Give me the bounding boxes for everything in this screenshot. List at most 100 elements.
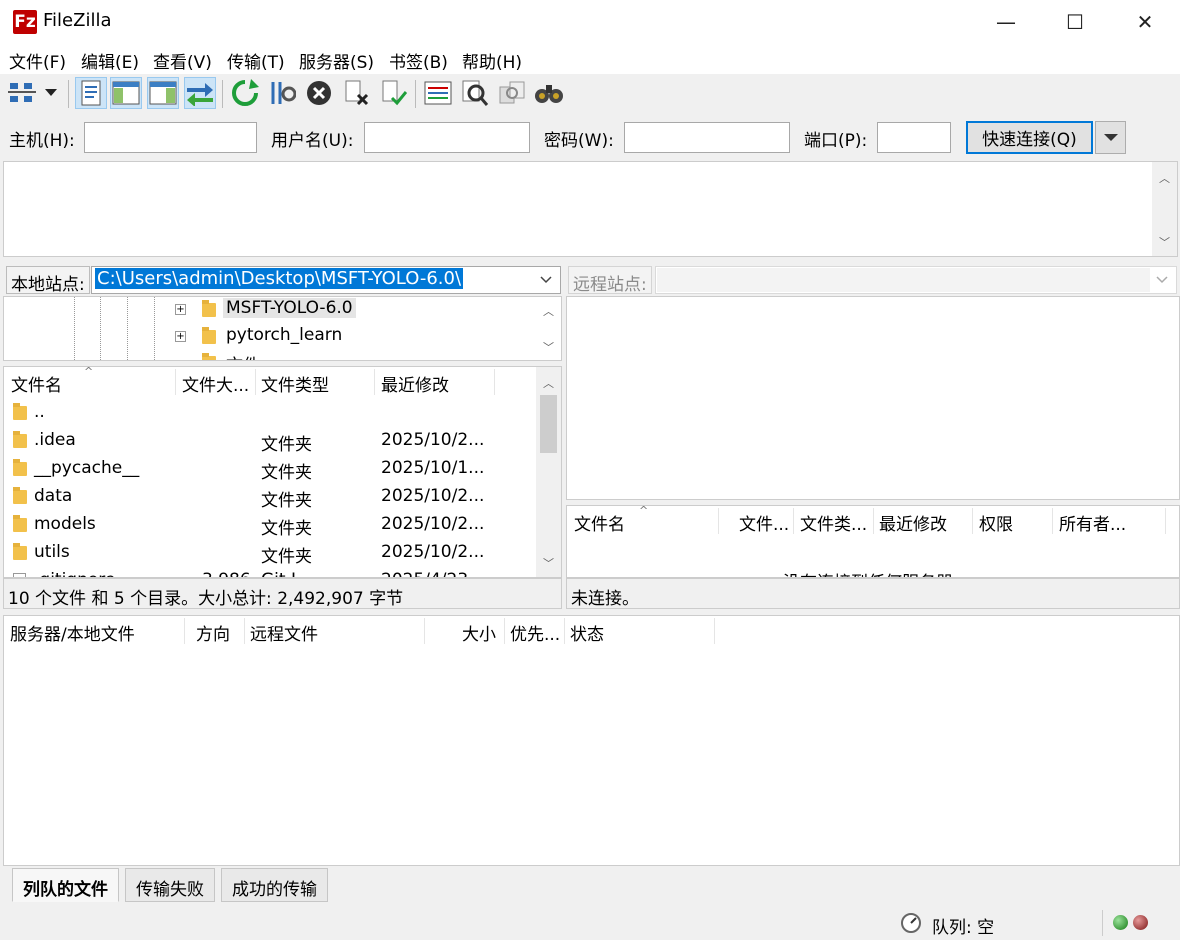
local-list-header: 文件名 ^ 文件大... 文件类型 最近修改 <box>4 367 534 397</box>
file-row[interactable]: .idea 文件夹 2025/10/2... <box>4 427 534 455</box>
remote-status: 未连接。 <box>566 578 1180 609</box>
quickconnect-button[interactable]: 快速连接(Q) <box>966 121 1093 154</box>
menu-edit[interactable]: 编辑(E) <box>81 48 139 73</box>
scroll-up-icon[interactable]: ︿ <box>536 303 561 319</box>
password-label: 密码(W): <box>544 131 614 151</box>
tree-item[interactable]: + MSFT-YOLO-6.0 <box>4 297 534 324</box>
column-header-modified[interactable]: 最近修改 <box>381 371 449 396</box>
scroll-down-icon[interactable]: ﹀ <box>536 555 561 571</box>
message-log[interactable]: ︿ ﹀ <box>3 161 1178 257</box>
search-icon[interactable] <box>533 77 565 109</box>
menu-bookmarks[interactable]: 书签(B) <box>389 48 448 73</box>
toolbar <box>0 74 1180 114</box>
column-header-priority[interactable]: 优先... <box>510 620 562 645</box>
quickconnect-dropdown-button[interactable] <box>1095 121 1126 154</box>
scroll-up-icon[interactable]: ︿ <box>536 375 561 391</box>
column-header-modified[interactable]: 最近修改 <box>879 510 947 535</box>
column-header-server-local-file[interactable]: 服务器/本地文件 <box>10 620 135 645</box>
file-row[interactable]: data 文件夹 2025/10/2... <box>4 483 534 511</box>
close-button[interactable]: ✕ <box>1115 0 1175 44</box>
remote-file-list[interactable]: 文件名 ^ 文件... 文件类... 最近修改 权限 所有者... 没有连接到任… <box>566 505 1180 578</box>
column-header-filetype[interactable]: 文件类... <box>800 510 870 535</box>
maximize-button[interactable]: ☐ <box>1045 0 1105 44</box>
folder-icon <box>13 459 27 476</box>
message-log-scrollbar[interactable]: ︿ ﹀ <box>1152 162 1177 256</box>
menu-view[interactable]: 查看(V) <box>153 48 212 73</box>
sync-browse-icon[interactable] <box>496 77 528 109</box>
tab-queued-files[interactable]: 列队的文件 <box>12 868 119 902</box>
port-input[interactable] <box>877 122 951 153</box>
menu-help[interactable]: 帮助(H) <box>462 48 522 73</box>
tree-item[interactable]: + pytorch_learn <box>4 324 534 351</box>
user-input[interactable] <box>364 122 530 153</box>
folder-icon <box>13 543 27 560</box>
host-label: 主机(H): <box>9 131 75 151</box>
site-manager-dropdown-icon[interactable] <box>40 77 62 109</box>
local-file-list[interactable]: 文件名 ^ 文件大... 文件类型 最近修改 .. .idea 文件夹 2025… <box>3 366 562 578</box>
disconnect-icon[interactable] <box>340 77 372 109</box>
menu-file[interactable]: 文件(F) <box>9 48 66 73</box>
file-row[interactable]: __pycache__ 文件夹 2025/10/1... <box>4 455 534 483</box>
remote-tree-toggle-icon[interactable] <box>147 77 179 109</box>
minimize-button[interactable]: — <box>976 0 1036 44</box>
process-queue-icon[interactable] <box>266 77 298 109</box>
column-header-remote-file[interactable]: 远程文件 <box>250 620 318 645</box>
tree-item[interactable]: 文件 <box>4 351 534 360</box>
local-tree-toggle-icon[interactable] <box>110 77 142 109</box>
password-input[interactable] <box>624 122 790 153</box>
file-row[interactable]: utils 文件夹 2025/10/2... <box>4 539 534 567</box>
column-header-size[interactable]: 大小 <box>462 620 496 645</box>
folder-icon <box>13 487 27 504</box>
menu-bar: 文件(F) 编辑(E) 查看(V) 传输(T) 服务器(S) 书签(B) 帮助(… <box>0 44 1180 74</box>
folder-icon <box>13 431 27 448</box>
chevron-down-icon[interactable] <box>1156 276 1168 284</box>
column-header-filetype[interactable]: 文件类型 <box>261 371 329 396</box>
file-row[interactable]: .gitignore 3,986 Git I... 2025/4/23... <box>4 567 534 577</box>
expand-icon[interactable]: + <box>175 304 186 315</box>
column-header-direction[interactable]: 方向 <box>196 620 230 645</box>
expand-icon[interactable]: + <box>175 331 186 342</box>
column-header-permissions[interactable]: 权限 <box>979 510 1013 535</box>
scroll-down-icon[interactable]: ﹀ <box>536 339 561 355</box>
site-manager-icon[interactable] <box>6 77 38 109</box>
menu-transfer[interactable]: 传输(T) <box>227 48 285 73</box>
scroll-up-icon[interactable]: ︿ <box>1152 170 1177 186</box>
remote-directory-tree[interactable] <box>566 296 1180 500</box>
tab-successful-transfers[interactable]: 成功的传输 <box>221 868 328 902</box>
column-header-owner[interactable]: 所有者... <box>1059 510 1139 535</box>
local-directory-tree[interactable]: + MSFT-YOLO-6.0 + pytorch_learn 文件 ︿ ﹀ <box>3 296 562 361</box>
column-header-filename[interactable]: 文件名 <box>574 510 625 535</box>
quickconnect-bar: 主机(H): 用户名(U): 密码(W): 端口(P): 快速连接(Q) <box>0 114 1180 160</box>
host-input[interactable] <box>84 122 257 153</box>
column-header-filename[interactable]: 文件名 <box>11 371 62 396</box>
column-header-filesize[interactable]: 文件... <box>739 510 789 535</box>
chevron-down-icon[interactable] <box>540 276 552 284</box>
local-path-text[interactable]: C:\Users\admin\Desktop\MSFT-YOLO-6.0\ <box>95 268 464 289</box>
remote-site-bar: 远程站点: <box>566 263 1180 296</box>
file-row[interactable]: .. <box>4 399 534 427</box>
scroll-down-icon[interactable]: ﹀ <box>1152 234 1177 250</box>
filter-icon[interactable] <box>459 77 491 109</box>
column-header-status[interactable]: 状态 <box>570 620 604 645</box>
send-indicator-icon <box>1113 915 1128 930</box>
reconnect-icon[interactable] <box>377 77 409 109</box>
title-bar: Fz FileZilla — ☐ ✕ <box>0 0 1180 44</box>
local-path-combobox[interactable]: C:\Users\admin\Desktop\MSFT-YOLO-6.0\ <box>91 266 561 294</box>
speed-limit-icon[interactable] <box>900 912 922 934</box>
column-header-filesize[interactable]: 文件大... <box>182 371 252 396</box>
remote-path-combobox[interactable] <box>655 266 1177 294</box>
local-list-scrollbar[interactable]: ︿ ﹀ <box>536 367 561 577</box>
file-row[interactable]: models 文件夹 2025/10/2... <box>4 511 534 539</box>
transfer-queue-toggle-icon[interactable] <box>184 77 216 109</box>
queue-tabs: 列队的文件 传输失败 成功的传输 <box>0 866 1180 906</box>
transfer-queue[interactable]: 服务器/本地文件 方向 远程文件 大小 优先... 状态 <box>3 615 1180 866</box>
directory-comparison-icon[interactable] <box>422 77 454 109</box>
scrollbar-thumb[interactable] <box>540 395 557 453</box>
menu-server[interactable]: 服务器(S) <box>299 48 374 73</box>
message-log-toggle-icon[interactable] <box>75 77 107 109</box>
refresh-icon[interactable] <box>229 77 261 109</box>
status-bar: 队列: 空 <box>0 906 1180 940</box>
local-tree-scrollbar[interactable]: ︿ ﹀ <box>536 297 561 360</box>
tab-failed-transfers[interactable]: 传输失败 <box>125 868 215 902</box>
cancel-icon[interactable] <box>303 77 335 109</box>
